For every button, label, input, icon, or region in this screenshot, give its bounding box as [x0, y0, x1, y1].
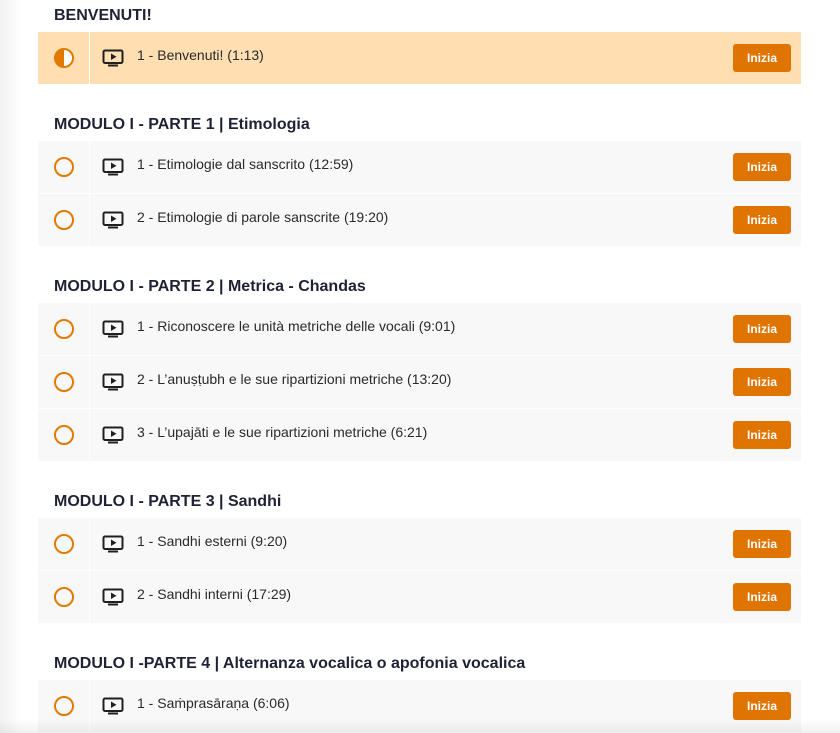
lesson-title[interactable]: 3 - L’upajāti e le sue ripartizioni metr… — [137, 424, 427, 440]
section-lessons: 1 - Riconoscere le unità metriche delle … — [38, 303, 801, 462]
start-lesson-button[interactable]: Inizia — [733, 315, 791, 343]
half-filled-circle-icon — [53, 48, 74, 68]
start-lesson-button[interactable]: Inizia — [733, 583, 791, 611]
section-lessons: 1 - Sandhi esterni (9:20) Inizia 2 - San… — [38, 518, 801, 624]
circle-outline-icon — [53, 696, 74, 716]
video-play-icon — [101, 425, 125, 445]
lesson-title[interactable]: 2 - Etimologie di parole sanscrite (19:2… — [137, 209, 388, 225]
lesson-title[interactable]: 2 - L’anuṣṭubh e le sue ripartizioni met… — [137, 371, 451, 387]
video-play-icon — [101, 157, 125, 177]
section-title: MODULO I -PARTE 4 | Alternanza vocalica … — [54, 655, 526, 672]
lesson-status-cell — [38, 141, 90, 193]
start-lesson-button[interactable]: Inizia — [733, 153, 791, 181]
lesson-row[interactable]: 2 - Sandhi interni (17:29) Inizia — [38, 571, 801, 623]
lesson-row[interactable]: 1 - Riconoscere le unità metriche delle … — [38, 303, 801, 355]
video-play-icon — [101, 372, 125, 392]
lesson-title[interactable]: 1 - Etimologie dal sanscrito (12:59) — [137, 156, 353, 172]
lesson-title[interactable]: 1 - Saṁprasāraṇa (6:06) — [137, 695, 290, 711]
course-curriculum-page: BENVENUTI! 1 - Benvenuti! (1:13) Inizia … — [0, 0, 840, 733]
lesson-status-cell — [38, 303, 90, 355]
lesson-title[interactable]: 1 - Riconoscere le unità metriche delle … — [137, 318, 455, 334]
start-lesson-button[interactable]: Inizia — [733, 530, 791, 558]
video-play-icon — [101, 319, 125, 339]
lesson-status-cell — [38, 194, 90, 246]
lesson-status-cell — [38, 32, 90, 84]
lesson-title[interactable]: 1 - Sandhi esterni (9:20) — [137, 533, 287, 549]
circle-outline-icon — [53, 372, 74, 392]
lesson-row[interactable]: 3 - L’upajāti e le sue ripartizioni metr… — [38, 409, 801, 461]
lesson-title[interactable]: 2 - Sandhi interni (17:29) — [137, 586, 291, 602]
bottom-edge-shadow — [0, 719, 840, 733]
circle-outline-icon — [53, 534, 74, 554]
section-parte-2-metrica: MODULO I - PARTE 2 | Metrica - Chandas 1… — [38, 271, 801, 462]
circle-outline-icon — [53, 425, 74, 445]
section-lessons: 1 - Benvenuti! (1:13) Inizia — [38, 32, 801, 85]
circle-outline-icon — [53, 319, 74, 339]
section-parte-1-etimologia: MODULO I - PARTE 1 | Etimologia 1 - Etim… — [38, 109, 801, 247]
section-title: MODULO I - PARTE 1 | Etimologia — [54, 116, 310, 133]
lesson-status-cell — [38, 356, 90, 408]
lesson-status-cell — [38, 571, 90, 623]
lesson-row[interactable]: 1 - Benvenuti! (1:13) Inizia — [38, 32, 801, 84]
circle-outline-icon — [53, 210, 74, 230]
lesson-row[interactable]: 1 - Etimologie dal sanscrito (12:59) Ini… — [38, 141, 801, 193]
circle-outline-icon — [53, 157, 74, 177]
lesson-row[interactable]: 2 - Etimologie di parole sanscrite (19:2… — [38, 194, 801, 246]
start-lesson-button[interactable]: Inizia — [733, 368, 791, 396]
lesson-status-cell — [38, 518, 90, 570]
section-lessons: 1 - Etimologie dal sanscrito (12:59) Ini… — [38, 141, 801, 247]
lesson-row[interactable]: 2 - L’anuṣṭubh e le sue ripartizioni met… — [38, 356, 801, 408]
circle-outline-icon — [53, 587, 74, 607]
section-title: MODULO I - PARTE 3 | Sandhi — [54, 493, 282, 510]
video-play-icon — [101, 696, 125, 716]
section-parte-3-sandhi: MODULO I - PARTE 3 | Sandhi 1 - Sandhi e… — [38, 486, 801, 624]
start-lesson-button[interactable]: Inizia — [733, 206, 791, 234]
lesson-row[interactable]: 1 - Sandhi esterni (9:20) Inizia — [38, 518, 801, 570]
section-title: MODULO I - PARTE 2 | Metrica - Chandas — [54, 278, 366, 295]
lesson-title[interactable]: 1 - Benvenuti! (1:13) — [137, 47, 264, 63]
lesson-status-cell — [38, 409, 90, 461]
section-benvenuti: BENVENUTI! 1 - Benvenuti! (1:13) Inizia — [38, 0, 801, 85]
video-play-icon — [101, 587, 125, 607]
video-play-icon — [101, 48, 125, 68]
video-play-icon — [101, 210, 125, 230]
start-lesson-button[interactable]: Inizia — [733, 692, 791, 720]
video-play-icon — [101, 534, 125, 554]
start-lesson-button[interactable]: Inizia — [733, 44, 791, 72]
start-lesson-button[interactable]: Inizia — [733, 421, 791, 449]
section-title: BENVENUTI! — [54, 7, 152, 24]
curriculum-list: BENVENUTI! 1 - Benvenuti! (1:13) Inizia … — [38, 0, 801, 733]
left-edge-shadow — [0, 0, 22, 733]
